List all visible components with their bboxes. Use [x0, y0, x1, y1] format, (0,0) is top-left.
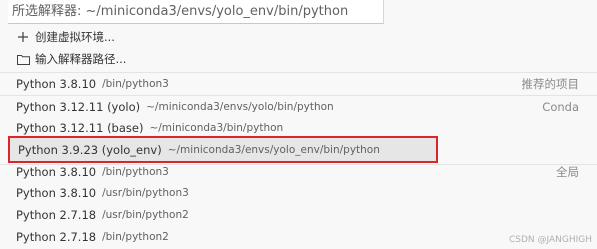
interpreter-name: Python 2.7.18	[16, 230, 97, 244]
interpreter-name: Python 2.7.18	[16, 208, 97, 222]
create-venv-item[interactable]: 创建虚拟环境...	[0, 26, 597, 48]
interpreter-name: Python 3.9.23 (yolo_env)	[18, 142, 162, 157]
interpreter-path: /usr/bin/python2	[102, 209, 189, 221]
interpreter-item[interactable]: Python 3.12.11 (yolo) ~/miniconda3/envs/…	[0, 96, 597, 118]
interpreter-path: ~/miniconda3/bin/python	[149, 122, 284, 134]
group-label-recommended: 推荐的项目	[521, 77, 580, 91]
interpreter-item[interactable]: Python 3.8.10 /bin/python3 全局	[0, 161, 597, 183]
interpreter-path: /bin/python3	[102, 166, 169, 178]
interpreter-item[interactable]: Python 2.7.18 /bin/python2	[0, 226, 597, 248]
interpreter-path: /bin/python2	[102, 231, 169, 243]
group-label-conda: Conda	[542, 100, 579, 114]
interpreter-item[interactable]: Python 3.8.10 /bin/python3 推荐的项目	[0, 73, 597, 95]
interpreter-path: ~/miniconda3/envs/yolo/bin/python	[146, 101, 334, 113]
interpreter-item-selected[interactable]: Python 3.9.23 (yolo_env) ~/miniconda3/en…	[8, 136, 438, 163]
interpreter-name: Python 3.12.11 (base)	[16, 121, 144, 135]
interpreter-item[interactable]: Python 2.7.18 /usr/bin/python2	[0, 204, 597, 226]
interpreter-path: /bin/python3	[102, 78, 169, 90]
interpreter-path: /usr/bin/python3	[102, 187, 189, 199]
interpreter-name: Python 3.8.10	[16, 186, 97, 200]
interpreter-path: ~/miniconda3/envs/yolo_env/bin/python	[167, 143, 380, 156]
interpreter-search-box[interactable]	[8, 0, 384, 24]
plus-icon	[16, 31, 30, 43]
interpreter-name: Python 3.8.10	[16, 165, 97, 179]
interpreter-name: Python 3.8.10	[16, 77, 97, 91]
enter-interpreter-path-item[interactable]: 输入解释器路径...	[0, 48, 597, 70]
interpreter-search-input[interactable]	[8, 0, 383, 23]
watermark: CSDN @JANGHIGH	[508, 235, 592, 245]
interpreter-quick-pick: 创建虚拟环境... 输入解释器路径... Python 3.8.10 /bin/…	[0, 0, 597, 249]
interpreter-item[interactable]: Python 3.8.10 /usr/bin/python3	[0, 182, 597, 204]
create-venv-label: 创建虚拟环境...	[35, 30, 115, 44]
group-label-global: 全局	[556, 165, 579, 179]
enter-interpreter-path-label: 输入解释器路径...	[35, 52, 127, 66]
interpreter-name: Python 3.12.11 (yolo)	[16, 100, 141, 114]
folder-icon	[16, 54, 30, 65]
